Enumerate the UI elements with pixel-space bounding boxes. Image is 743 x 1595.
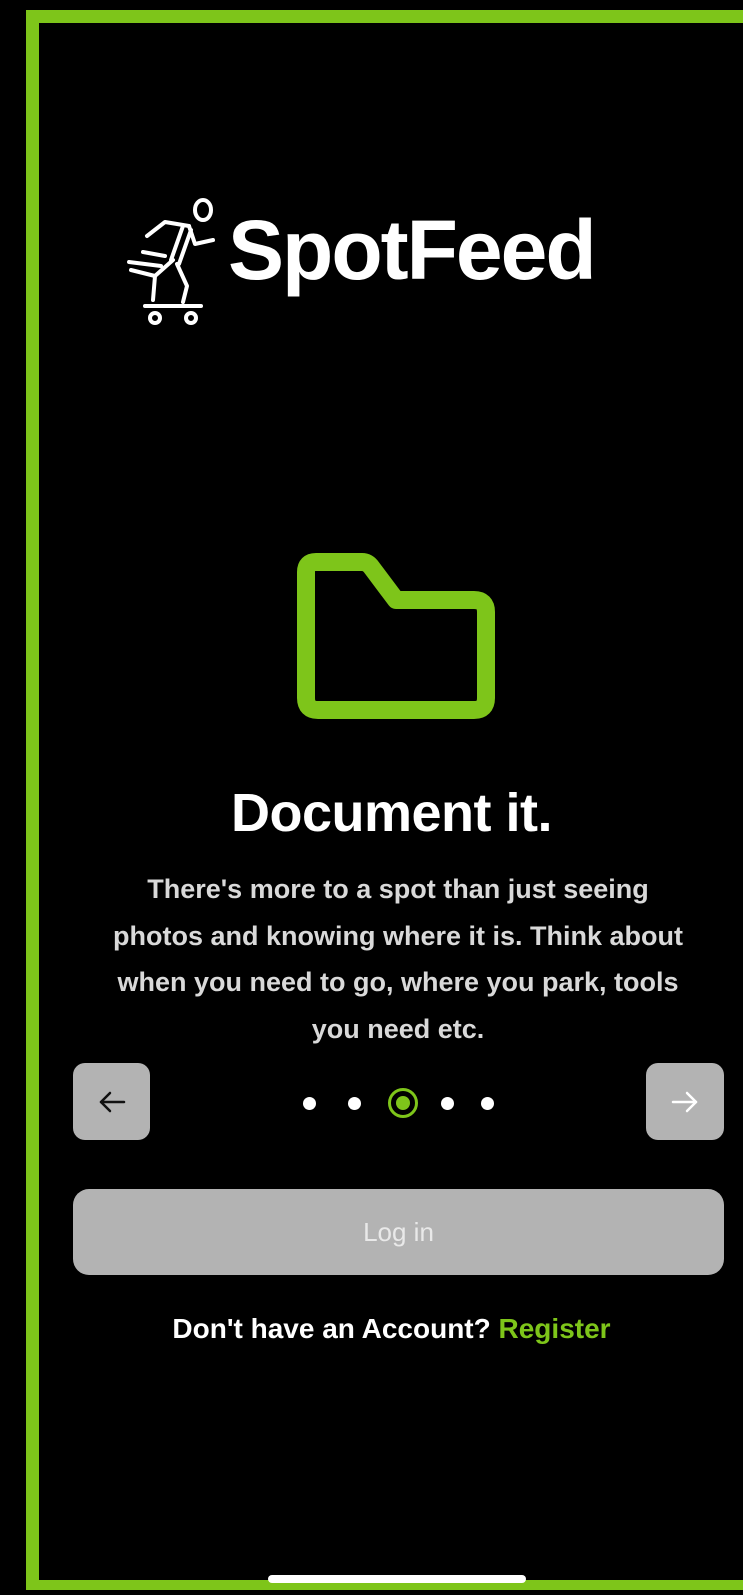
skateboarder-icon [127,198,215,325]
onboarding-title: Document it. [230,783,553,843]
page-dot-active[interactable] [388,1088,418,1118]
page-dot[interactable] [303,1097,316,1110]
page-dot[interactable] [481,1097,494,1110]
app-name: SpotFeed [228,203,597,297]
register-prompt-line: Don't have an Account? Register [40,1315,743,1343]
register-prompt: Don't have an Account? [172,1313,491,1344]
login-button[interactable]: Log in [73,1189,724,1275]
page-indicator [293,1088,513,1118]
page-dot[interactable] [441,1097,454,1110]
app-logo: SpotFeed [125,196,685,336]
previous-button[interactable] [73,1063,150,1140]
next-button[interactable] [646,1063,724,1140]
home-indicator[interactable] [268,1575,526,1583]
arrow-right-icon [671,1091,698,1112]
folder-icon [297,553,495,719]
register-link[interactable]: Register [499,1313,611,1344]
arrow-left-icon [99,1091,125,1112]
onboarding-description: There's more to a spot than just seeing … [112,874,683,1044]
page-dot[interactable] [348,1097,361,1110]
